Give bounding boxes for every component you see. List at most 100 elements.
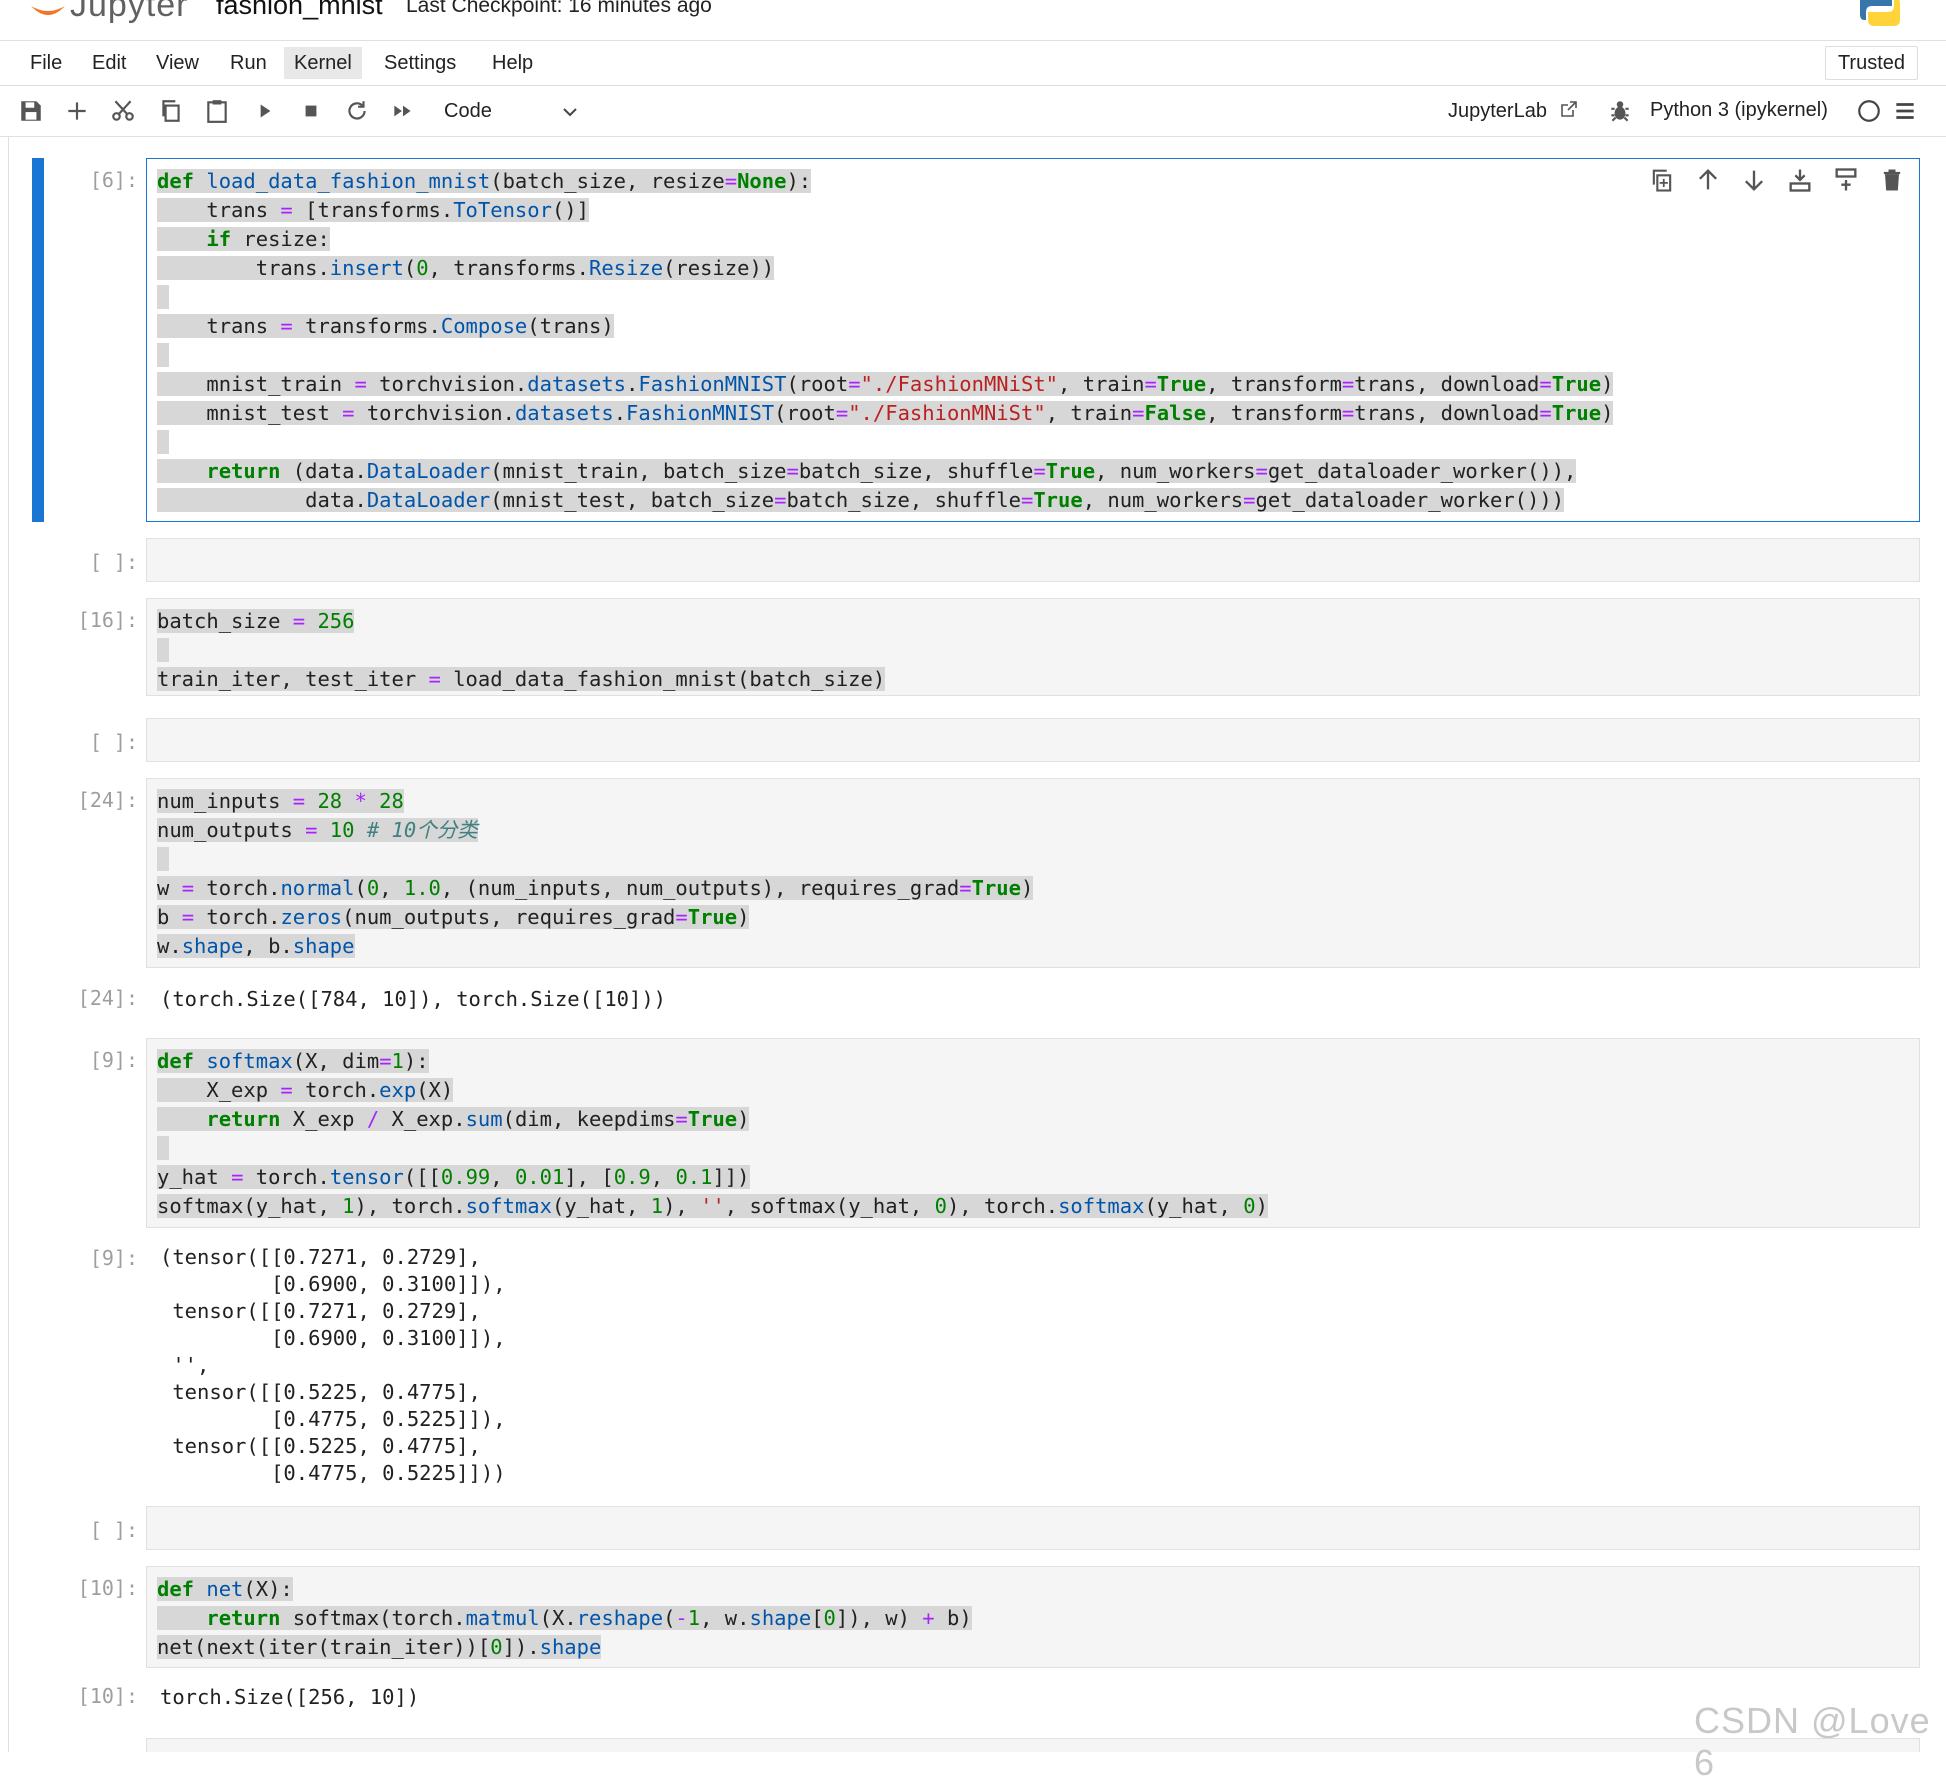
code-line[interactable]: train_iter, test_iter = load_data_fashio… (157, 667, 886, 691)
checkpoint-status: Last Checkpoint: 16 minutes ago (406, 0, 712, 17)
python-logo-icon (1860, 0, 1900, 26)
jupyter-logo-text: Jupyter (70, 0, 189, 24)
save-icon[interactable] (18, 98, 44, 124)
code-line[interactable]: softmax(y_hat, 1), torch.softmax(y_hat, … (157, 1194, 1268, 1218)
code-line[interactable] (157, 285, 170, 309)
input-prompt: [16]: (77, 608, 138, 632)
insert-below-icon[interactable] (1786, 166, 1814, 194)
run-icon[interactable] (252, 98, 278, 124)
menu-help[interactable]: Help (482, 47, 543, 79)
code-editor[interactable] (146, 718, 1920, 762)
code-line[interactable]: w.shape, b.shape (157, 934, 355, 958)
input-prompt: [ ]: (89, 1518, 138, 1542)
input-prompt: [9]: (89, 1048, 138, 1072)
duplicate-icon[interactable] (1648, 166, 1676, 194)
active-cell-collapser[interactable] (32, 158, 44, 522)
code-editor[interactable]: def softmax(X, dim=1): X_exp = torch.exp… (146, 1038, 1920, 1228)
code-line[interactable]: mnist_test = torchvision.datasets.Fashio… (157, 401, 1614, 425)
code-line[interactable] (157, 430, 170, 454)
code-line[interactable]: def softmax(X, dim=1): (157, 1049, 429, 1073)
code-line[interactable] (157, 638, 170, 662)
insert-above-icon[interactable] (1832, 166, 1860, 194)
move-up-icon[interactable] (1694, 166, 1722, 194)
code-editor[interactable]: def load_data_fashion_mnist(batch_size, … (146, 158, 1920, 522)
input-prompt: [24]: (77, 788, 138, 812)
delete-icon[interactable] (1878, 166, 1906, 194)
code-line[interactable]: net(next(iter(train_iter))[0]).shape (157, 1635, 602, 1659)
code-line[interactable]: def net(X): (157, 1577, 293, 1601)
trusted-indicator[interactable]: Trusted (1824, 46, 1918, 80)
code-text[interactable]: def load_data_fashion_mnist(batch_size, … (147, 159, 1919, 515)
bug-icon[interactable] (1607, 98, 1633, 124)
top-bar: Jupyter fashion_mnist Last Checkpoint: 1… (0, 0, 1946, 41)
code-text[interactable]: batch_size = 256 train_iter, test_iter =… (147, 599, 1919, 694)
code-line[interactable] (157, 847, 170, 871)
external-link-icon (1560, 101, 1577, 117)
code-line[interactable]: def load_data_fashion_mnist(batch_size, … (157, 169, 812, 193)
code-text[interactable]: def softmax(X, dim=1): X_exp = torch.exp… (147, 1039, 1919, 1221)
jupyter-logo-icon[interactable] (28, 0, 68, 28)
copy-icon[interactable] (158, 98, 184, 124)
code-line[interactable]: if resize: (157, 227, 330, 251)
cell-type-dropdown[interactable]: Code (430, 94, 590, 128)
input-prompt: [ ]: (89, 730, 138, 754)
code-editor[interactable]: batch_size = 256 train_iter, test_iter =… (146, 598, 1920, 696)
menu-view[interactable]: View (146, 47, 209, 79)
code-line[interactable]: y_hat = torch.tensor([[0.99, 0.01], [0.9… (157, 1165, 750, 1189)
code-line[interactable]: num_outputs = 10 # 10个分类 (157, 818, 478, 842)
code-line[interactable]: trans = transforms.Compose(trans) (157, 314, 614, 338)
code-line[interactable] (157, 1136, 170, 1160)
code-editor[interactable]: num_inputs = 28 * 28 num_outputs = 10 # … (146, 778, 1920, 968)
notebook-left-border (8, 137, 9, 1752)
add-icon[interactable] (64, 98, 90, 124)
menu-icon[interactable] (1892, 98, 1918, 124)
paste-icon[interactable] (204, 98, 230, 124)
menu-kernel[interactable]: Kernel (284, 47, 362, 79)
menu-edit[interactable]: Edit (82, 47, 136, 79)
code-cell-9-partial[interactable] (146, 1738, 1920, 1752)
menu-file[interactable]: File (20, 47, 72, 79)
code-line[interactable]: trans = [transforms.ToTensor()] (157, 198, 589, 222)
code-line[interactable]: num_inputs = 28 * 28 (157, 789, 404, 813)
menu-run[interactable]: Run (220, 47, 277, 79)
output-prompt: [24]: (77, 986, 138, 1010)
cell-type-value: Code (444, 100, 492, 122)
menu-settings[interactable]: Settings (374, 47, 466, 79)
code-line[interactable]: X_exp = torch.exp(X) (157, 1078, 454, 1102)
code-line[interactable]: mnist_train = torchvision.datasets.Fashi… (157, 372, 1614, 396)
cell-toolbar (1648, 166, 1918, 196)
code-line[interactable]: b = torch.zeros(num_outputs, requires_gr… (157, 905, 750, 929)
input-prompt: [ ]: (89, 550, 138, 574)
menu-bar: File Edit View Run Kernel Settings Help … (0, 41, 1946, 86)
watermark: CSDN @Love 6 (1694, 1700, 1931, 1783)
code-editor[interactable] (146, 1506, 1920, 1550)
move-down-icon[interactable] (1740, 166, 1768, 194)
code-line[interactable]: return (data.DataLoader(mnist_train, bat… (157, 459, 1577, 483)
cell-output: (torch.Size([784, 10]), torch.Size([10])… (160, 987, 667, 1011)
fast-forward-icon[interactable] (390, 98, 416, 124)
code-editor[interactable] (146, 538, 1920, 582)
notebook-name[interactable]: fashion_mnist (216, 0, 383, 21)
input-prompt: [6]: (89, 168, 138, 192)
output-prompt: [9]: (89, 1246, 138, 1270)
jupyterlab-label: JupyterLab (1448, 100, 1547, 122)
code-text[interactable]: num_inputs = 28 * 28 num_outputs = 10 # … (147, 779, 1919, 961)
stop-icon[interactable] (298, 98, 324, 124)
cell-output: torch.Size([256, 10]) (160, 1685, 420, 1709)
jupyterlab-link[interactable]: JupyterLab (1448, 99, 1579, 123)
code-line[interactable]: batch_size = 256 (157, 609, 355, 633)
code-line[interactable]: w = torch.normal(0, 1.0, (num_inputs, nu… (157, 876, 1034, 900)
code-line[interactable]: data.DataLoader(mnist_test, batch_size=b… (157, 488, 1565, 512)
code-text[interactable]: def net(X): return softmax(torch.matmul(… (147, 1567, 1919, 1662)
kernel-name[interactable]: Python 3 (ipykernel) (1650, 99, 1828, 122)
code-line[interactable]: trans.insert(0, transforms.Resize(resize… (157, 256, 775, 280)
input-prompt: [10]: (77, 1576, 138, 1600)
code-line[interactable]: return X_exp / X_exp.sum(dim, keepdims=T… (157, 1107, 750, 1131)
output-prompt: [10]: (77, 1684, 138, 1708)
notebook-toolbar: Code JupyterLab Python 3 (ipykernel) (0, 86, 1946, 137)
code-line[interactable]: return softmax(torch.matmul(X.reshape(-1… (157, 1606, 972, 1630)
cut-icon[interactable] (110, 98, 136, 124)
code-line[interactable] (157, 343, 170, 367)
restart-icon[interactable] (344, 98, 370, 124)
code-editor[interactable]: def net(X): return softmax(torch.matmul(… (146, 1566, 1920, 1668)
